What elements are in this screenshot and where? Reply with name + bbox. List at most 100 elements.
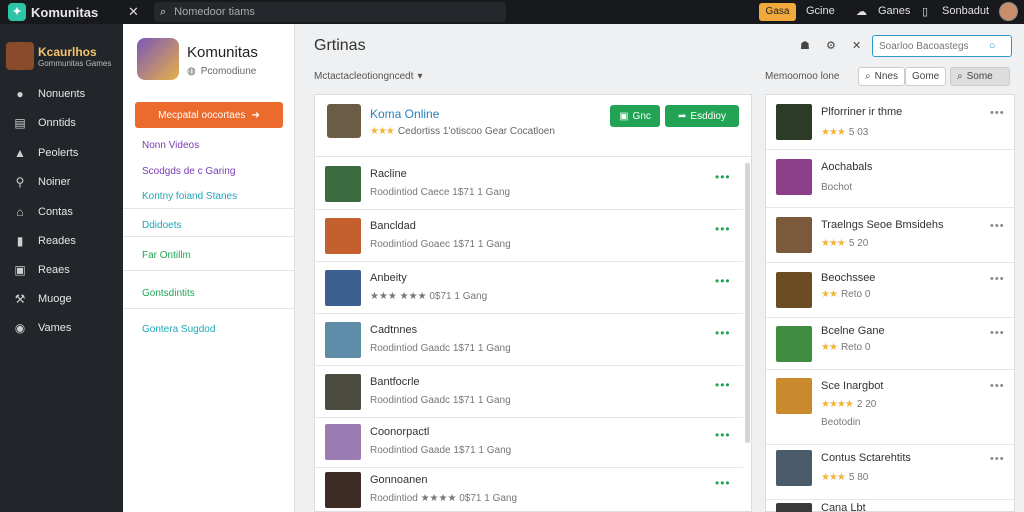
more-options-icon[interactable]: ••• bbox=[715, 476, 731, 490]
featured-join-button[interactable]: ➦ Esddioy bbox=[665, 105, 739, 127]
game-thumbnail bbox=[776, 159, 812, 195]
nav-item-5[interactable]: ▮ Reades bbox=[12, 234, 76, 248]
more-options-icon[interactable]: ••• bbox=[990, 107, 1005, 119]
more-options-icon[interactable]: ••• bbox=[715, 170, 731, 184]
side-game-title: Contus Sctarehtits bbox=[821, 452, 911, 464]
list-item[interactable]: Aochabals Bochot bbox=[766, 150, 1014, 208]
more-options-icon[interactable]: ••• bbox=[990, 220, 1005, 232]
more-options-icon[interactable]: ••• bbox=[715, 326, 731, 340]
side-game-meta: ★★★ 5 03 bbox=[821, 127, 868, 138]
game-title: Racline bbox=[370, 168, 407, 180]
phone-icon[interactable]: ▯ bbox=[922, 5, 928, 18]
notification-icon[interactable]: ☗ bbox=[800, 39, 810, 52]
meta-text: 5 20 bbox=[848, 238, 869, 249]
table-row[interactable]: Bancldad Roodintiod Goaec 1$71 1 Gang ••• bbox=[315, 210, 743, 262]
more-options-icon[interactable]: ••• bbox=[990, 380, 1005, 392]
top-link-2[interactable]: Sonbadut bbox=[942, 5, 989, 17]
game-thumbnail bbox=[776, 272, 812, 308]
image-icon: ▣ bbox=[14, 263, 26, 277]
filter-button-2[interactable]: ⌕ Some bbox=[950, 67, 1010, 86]
game-thumbnail bbox=[776, 217, 812, 253]
featured-play-button[interactable]: ▣ Gnc bbox=[610, 105, 660, 127]
community-sub: ◍ Pcomodiune bbox=[187, 66, 256, 77]
list-item[interactable]: Cana Lbt bbox=[766, 500, 1014, 512]
meta-text: Bochot bbox=[821, 182, 853, 193]
scrollbar[interactable] bbox=[745, 163, 750, 443]
sort-dropdown[interactable]: Mctactacleotiongncedt ▾ bbox=[314, 71, 423, 82]
sec-link-2[interactable]: Kontny foiand Stanes bbox=[142, 191, 237, 202]
game-meta: ★★★ ★★★ 0$71 1 Gang bbox=[370, 291, 488, 302]
more-options-icon[interactable]: ••• bbox=[990, 453, 1005, 465]
nav-item-2[interactable]: ▲ Peolerts bbox=[12, 146, 78, 160]
side-game-title: Traelngs Seoe Bmsidehs bbox=[821, 219, 944, 231]
settings-icon[interactable]: ⚙ bbox=[826, 39, 836, 52]
cloud-icon[interactable]: ☁ bbox=[856, 5, 867, 18]
sec-link-0[interactable]: Nonn Videos bbox=[142, 140, 199, 151]
sec-link-4[interactable]: Far Ontillm bbox=[142, 250, 191, 261]
top-link-0[interactable]: Gcine bbox=[806, 5, 835, 17]
list-item[interactable]: Traelngs Seoe Bmsidehs ★★★ 5 20 ••• bbox=[766, 208, 1014, 263]
side-game-title: Beochssee bbox=[821, 272, 876, 284]
game-thumbnail bbox=[325, 322, 361, 358]
more-options-icon[interactable]: ••• bbox=[715, 378, 731, 392]
game-thumbnail bbox=[776, 378, 812, 414]
nav-item-6[interactable]: ▣ Reaes bbox=[12, 263, 69, 277]
right-search[interactable]: ○ bbox=[872, 35, 1012, 57]
nav-item-1[interactable]: ▤ Onntids bbox=[12, 116, 76, 130]
table-row[interactable]: Anbeity ★★★ ★★★ 0$71 1 Gang ••• bbox=[315, 262, 743, 314]
left-nav: Kcaurlhos Gommunitas Games ● Nonuents ▤ On… bbox=[0, 24, 123, 512]
filter-button-0[interactable]: ⌕ Nnes bbox=[858, 67, 905, 86]
list-item[interactable]: Plforriner ir thme ★★★ 5 03 ••• bbox=[766, 95, 1014, 150]
table-row[interactable]: Racline Roodintiod Caece 1$71 1 Gang ••• bbox=[315, 158, 743, 210]
list-item[interactable]: Beochssee ★★ Reto 0 ••• bbox=[766, 263, 1014, 318]
divider bbox=[123, 208, 295, 209]
more-options-icon[interactable]: ••• bbox=[715, 428, 731, 442]
game-thumbnail bbox=[325, 270, 361, 306]
top-search-input[interactable] bbox=[174, 6, 475, 18]
filter-button-1[interactable]: Gome bbox=[905, 67, 947, 86]
side-game-meta: ★★ Reto 0 bbox=[821, 289, 870, 300]
nav-item-8[interactable]: ◉ Vames bbox=[12, 321, 72, 335]
table-row[interactable]: Bantfocrle Roodintiod Gaadc 1$71 1 Gang ••… bbox=[315, 366, 743, 418]
brand-name: Komunitas bbox=[31, 4, 99, 20]
table-row[interactable]: Coonorpactl Roodintiod Gaade 1$71 1 Gang •… bbox=[315, 416, 743, 468]
list-item[interactable]: Bcelne Gane ★★ Reto 0 ••• bbox=[766, 318, 1014, 370]
game-title: Anbeity bbox=[370, 272, 407, 284]
nav-item-0[interactable]: ● Nonuents bbox=[12, 87, 85, 101]
top-cta-button[interactable]: Gasa bbox=[759, 3, 796, 21]
list-item[interactable]: Contus Sctarehtits ★★★ 5 80 ••• bbox=[766, 445, 1014, 500]
brand[interactable]: ✦ Komunitas bbox=[8, 3, 98, 21]
side-game-meta: ★★★ 5 20 bbox=[821, 238, 868, 249]
table-row[interactable]: Cadtnnes Roodintiod Gaadc 1$71 1 Gang ••• bbox=[315, 314, 743, 366]
game-thumbnail bbox=[325, 374, 361, 410]
star-rating: ★★ bbox=[821, 289, 838, 300]
sec-link-5[interactable]: Gontsdintits bbox=[142, 288, 195, 299]
tools-icon[interactable]: ✕ bbox=[852, 39, 861, 52]
more-options-icon[interactable]: ••• bbox=[715, 274, 731, 288]
top-search[interactable]: ⌕ bbox=[154, 2, 506, 22]
nav-item-label: Onntids bbox=[38, 117, 76, 129]
sec-link-1[interactable]: Scodgds de c Garing bbox=[142, 166, 235, 177]
nav-item-4[interactable]: ⌂ Contas bbox=[12, 205, 72, 219]
community-avatar[interactable] bbox=[137, 38, 179, 80]
right-search-input[interactable] bbox=[879, 40, 989, 52]
top-link-1[interactable]: Ganes bbox=[878, 5, 910, 17]
sec-link-6[interactable]: Gontera Sugdod bbox=[142, 324, 215, 335]
share-icon: ➦ bbox=[678, 110, 687, 122]
nav-item-3[interactable]: ⚲ Noiner bbox=[12, 175, 71, 189]
community-cta-button[interactable]: Mecpatal oocortaes ➜ bbox=[135, 102, 283, 128]
table-row[interactable]: Gonnoanen Roodintiod ★★★★ 0$71 1 Gang ••• bbox=[315, 464, 743, 512]
featured-game[interactable]: Koma Online ★★★ Cedortiss 1'otiscoo Gear … bbox=[315, 95, 751, 157]
close-icon[interactable]: ✕ bbox=[128, 4, 139, 20]
nav-item-7[interactable]: ⚒ Muoge bbox=[12, 292, 72, 306]
featured-game-title[interactable]: Koma Online bbox=[370, 107, 439, 121]
gamepad-icon: ◉ bbox=[14, 321, 26, 335]
more-options-icon[interactable]: ••• bbox=[990, 273, 1005, 285]
left-nav-logo[interactable]: Kcaurlhos Gommunitas Games bbox=[6, 38, 116, 74]
sec-link-3[interactable]: Ddidoets bbox=[142, 220, 181, 231]
user-avatar[interactable] bbox=[999, 2, 1018, 21]
more-options-icon[interactable]: ••• bbox=[990, 327, 1005, 339]
more-options-icon[interactable]: ••• bbox=[715, 222, 731, 236]
filter-label: Some bbox=[966, 71, 993, 82]
list-item[interactable]: Sce Inargbot ★★★★ 2 20 Beotodin ••• bbox=[766, 370, 1014, 445]
